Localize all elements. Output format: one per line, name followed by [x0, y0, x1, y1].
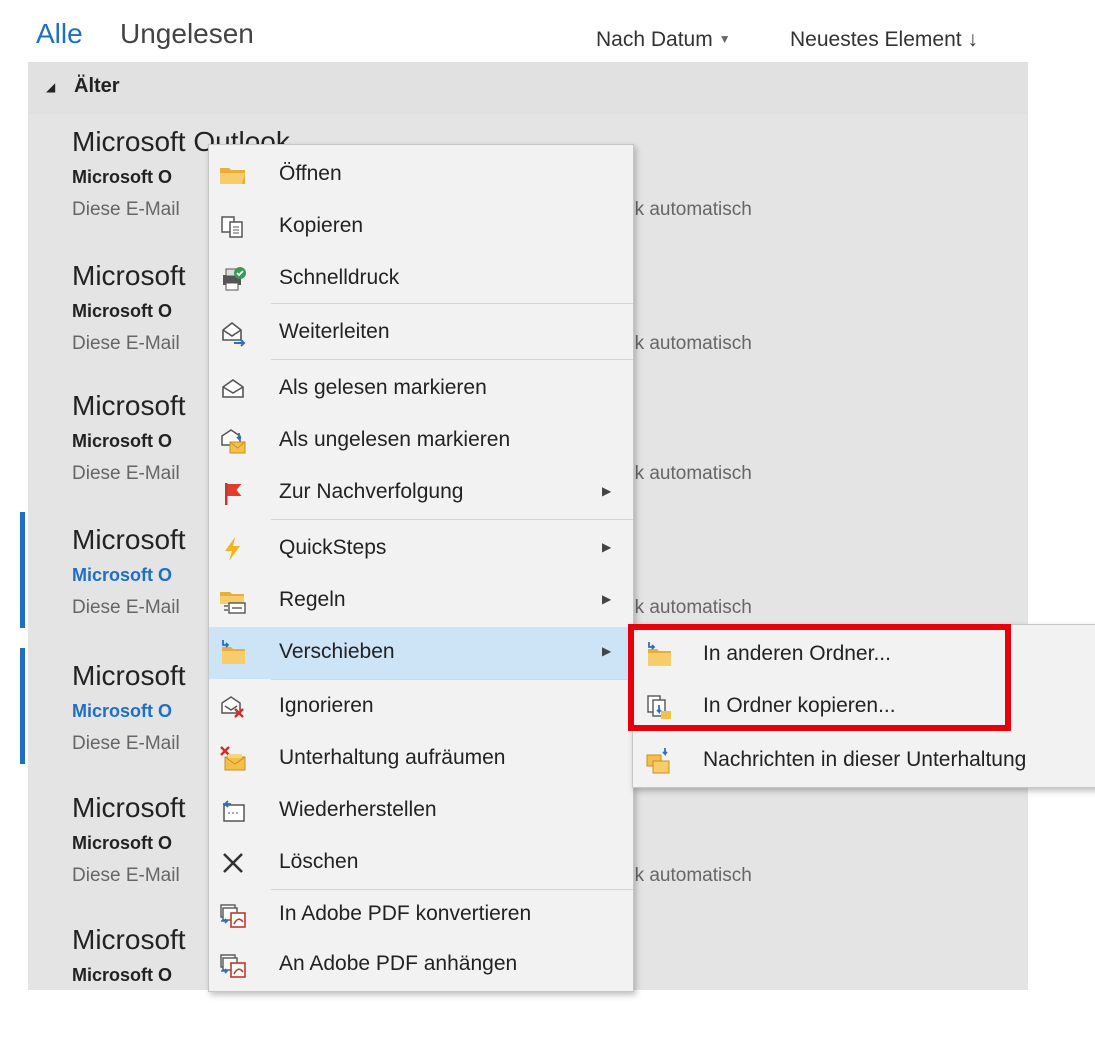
menu-item-forward[interactable]: Weiterleiten: [209, 307, 633, 359]
menu-item-label: Schnelldruck: [279, 266, 400, 289]
menu-item-label: Kopieren: [279, 214, 364, 237]
menu-item-label: Als ungelesen markieren: [279, 428, 511, 451]
menu-item-mark-read[interactable]: Als gelesen markieren: [209, 363, 633, 415]
tab-unread[interactable]: Ungelesen: [120, 18, 254, 50]
menu-item-quick-print[interactable]: Schnelldruck: [209, 253, 633, 305]
unread-indicator: [20, 648, 25, 764]
mail-subject: Microsoft: [72, 524, 186, 555]
menu-item-convert-pdf[interactable]: In Adobe PDF konvertieren: [209, 889, 633, 941]
menu-item-label: Ignorieren: [279, 694, 374, 717]
unread-indicator: [20, 512, 25, 628]
mail-preview: Diese E-Mail: [72, 333, 180, 354]
mail-sender: Microsoft O: [72, 833, 173, 853]
mail-subject: Microsoft: [72, 924, 186, 955]
menu-item-label: Weiterleiten: [279, 320, 390, 343]
mail-preview: Diese E-Mail: [72, 199, 180, 220]
annotation-highlight-box: [628, 624, 1011, 731]
sort-order-toggle[interactable]: Neuestes Element ↓: [790, 28, 978, 52]
menu-item-label: Öffnen: [279, 162, 342, 185]
copy-icon: [221, 216, 243, 238]
lightning-icon: [225, 537, 240, 561]
restore-icon: [223, 800, 245, 822]
menu-item-label: Als gelesen markieren: [279, 376, 487, 399]
sort-by-dropdown[interactable]: Nach Datum ▼: [596, 28, 731, 52]
pdf-convert-icon: [220, 904, 246, 928]
mail-preview: Diese E-Mail: [72, 463, 180, 484]
message-list-header: Alle Ungelesen Nach Datum ▼ Neuestes Elem…: [0, 0, 1028, 62]
submenu-item-label: Nachrichten in dieser Unterhaltung: [703, 748, 1027, 771]
forward-icon: [222, 321, 246, 347]
move-folder-icon: [222, 640, 245, 664]
cleanup-icon: [220, 746, 246, 771]
menu-item-quicksteps[interactable]: QuickSteps ▶: [209, 523, 633, 575]
mail-sender: Microsoft O: [72, 565, 173, 585]
menu-item-mark-unread[interactable]: Als ungelesen markieren: [209, 415, 633, 467]
sort-by-label: Nach Datum: [596, 28, 713, 51]
mail-preview-tail: ok automatisch: [624, 333, 752, 354]
menu-item-label: Regeln: [279, 588, 346, 611]
menu-item-copy[interactable]: Kopieren: [209, 201, 633, 253]
mail-preview-tail: ok automatisch: [624, 865, 752, 886]
mail-preview: Diese E-Mail: [72, 733, 180, 754]
menu-item-label: Wiederherstellen: [279, 798, 437, 821]
submenu-arrow-icon: ▶: [602, 644, 612, 658]
submenu-arrow-icon: ▶: [602, 540, 612, 554]
menu-item-follow-up[interactable]: Zur Nachverfolgung ▶: [209, 467, 633, 519]
tab-all[interactable]: Alle: [36, 18, 83, 50]
envelope-open-icon: [222, 379, 244, 398]
mail-sender: Microsoft O: [72, 301, 173, 321]
menu-item-label: Löschen: [279, 850, 359, 873]
mail-preview: Diese E-Mail: [72, 597, 180, 618]
menu-item-restore[interactable]: Wiederherstellen: [209, 785, 633, 837]
menu-separator: [271, 359, 633, 360]
mail-preview: Diese E-Mail: [72, 865, 180, 886]
quick-print-icon: [223, 267, 246, 291]
chevron-down-icon: ▼: [718, 32, 731, 46]
mail-sender: Microsoft O: [72, 167, 173, 187]
delete-x-icon: [223, 853, 243, 873]
mail-subject: Microsoft: [72, 260, 186, 291]
submenu-arrow-icon: ▶: [602, 592, 612, 606]
menu-separator: [271, 679, 633, 680]
menu-item-label: Zur Nachverfolgung: [279, 480, 464, 503]
mail-preview-tail: ok automatisch: [624, 463, 752, 484]
pdf-append-icon: [220, 954, 246, 978]
menu-item-label: An Adobe PDF anhängen: [279, 952, 518, 975]
group-header-older[interactable]: ◢ Älter: [28, 62, 1028, 114]
rules-icon: [220, 592, 246, 614]
menu-item-ignore[interactable]: Ignorieren: [209, 681, 633, 733]
envelope-unread-icon: [221, 429, 246, 454]
menu-item-label: Verschieben: [279, 640, 395, 663]
mail-sender: Microsoft O: [72, 701, 173, 721]
submenu-arrow-icon: ▶: [602, 484, 612, 498]
menu-item-move[interactable]: Verschieben ▶: [209, 627, 633, 679]
mail-subject: Microsoft: [72, 792, 186, 823]
menu-item-label: In Adobe PDF konvertieren: [279, 902, 532, 925]
menu-item-append-pdf[interactable]: An Adobe PDF anhängen: [209, 939, 633, 991]
mail-sender: Microsoft O: [72, 431, 173, 451]
menu-item-cleanup[interactable]: Unterhaltung aufräumen: [209, 733, 633, 785]
arrow-down-icon: ↓: [967, 28, 978, 51]
menu-item-rules[interactable]: Regeln ▶: [209, 575, 633, 627]
submenu-item-move-conversation[interactable]: Nachrichten in dieser Unterhaltung: [633, 735, 1095, 787]
mail-preview-tail: ok automatisch: [624, 199, 752, 220]
context-menu: Öffnen Kopieren Schnelldruck Weiterleite…: [208, 144, 634, 992]
folder-open-icon: [220, 168, 245, 184]
move-conversation-icon: [646, 748, 670, 774]
mail-sender: Microsoft O: [72, 965, 173, 985]
menu-item-open[interactable]: Öffnen: [209, 149, 633, 201]
collapse-triangle-icon: ◢: [46, 80, 56, 94]
ignore-icon: [221, 696, 244, 718]
menu-item-label: QuickSteps: [279, 536, 387, 559]
flag-icon: [225, 483, 242, 505]
sort-order-label: Neuestes Element: [790, 28, 962, 51]
mail-subject: Microsoft: [72, 660, 186, 691]
menu-separator: [271, 303, 633, 304]
mail-preview-tail: ok automatisch: [624, 597, 752, 618]
mail-subject: Microsoft: [72, 390, 186, 421]
menu-separator: [271, 519, 633, 520]
menu-item-label: Unterhaltung aufräumen: [279, 746, 506, 769]
group-label: Älter: [74, 75, 120, 97]
menu-item-delete[interactable]: Löschen: [209, 837, 633, 889]
